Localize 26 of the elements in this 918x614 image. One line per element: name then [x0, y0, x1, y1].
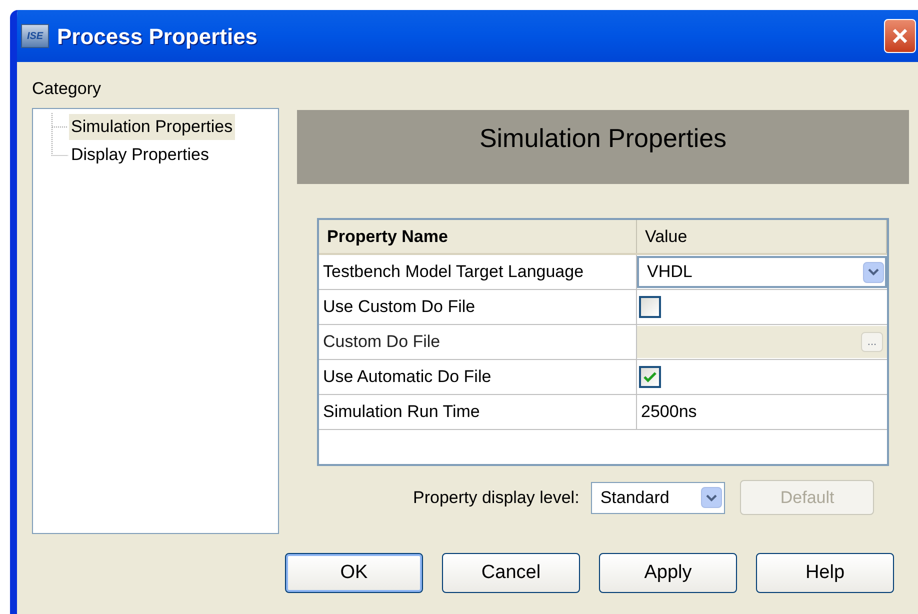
dialog-button[interactable]: OK [285, 553, 423, 593]
app-icon: ISE [21, 24, 49, 48]
close-icon [891, 27, 909, 45]
display-level-label: Property display level: [413, 486, 580, 509]
category-label: Category [32, 78, 102, 100]
column-header[interactable]: Value [637, 220, 887, 253]
tree-item[interactable]: Display Properties [69, 142, 211, 168]
property-name: Use Automatic Do File [319, 360, 637, 394]
close-button[interactable] [884, 19, 916, 53]
dialog-button[interactable]: Cancel [442, 553, 580, 593]
value-text: 2500ns [640, 401, 698, 424]
checkmark-icon [643, 371, 657, 383]
dropdown-value: VHDL [647, 261, 692, 284]
column-header[interactable]: Property Name [319, 220, 637, 253]
window-title: Process Properties [57, 22, 258, 51]
property-name: Simulation Run Time [319, 395, 637, 429]
display-level-dropdown[interactable]: Standard [591, 482, 726, 514]
dropdown-value: Standard [600, 486, 670, 509]
checkbox[interactable] [639, 296, 661, 318]
checkbox[interactable] [639, 366, 661, 388]
panel-title: Simulation Properties [479, 122, 727, 155]
value-dropdown[interactable]: VHDL [637, 256, 887, 288]
property-name: Use Custom Do File [319, 290, 637, 324]
dialog-button[interactable]: Help [756, 553, 894, 593]
tree-item[interactable]: Simulation Properties [69, 114, 235, 140]
dialog-button[interactable]: Apply [599, 553, 737, 593]
